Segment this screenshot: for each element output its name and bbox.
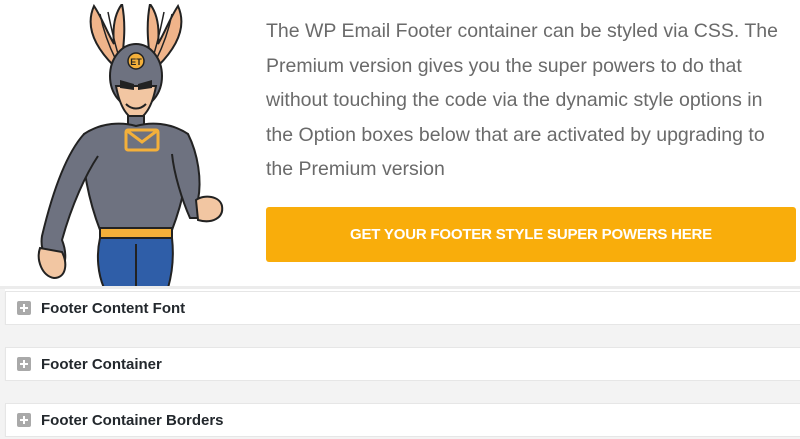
option-box-title: Footer Container Borders bbox=[41, 411, 224, 429]
option-box-footer-container[interactable]: Footer Container bbox=[5, 347, 800, 381]
plus-square-icon[interactable] bbox=[17, 301, 31, 315]
section-divider bbox=[0, 286, 800, 289]
plus-square-icon[interactable] bbox=[17, 357, 31, 371]
option-box-footer-container-borders[interactable]: Footer Container Borders bbox=[5, 403, 800, 437]
get-premium-button[interactable]: GET YOUR FOOTER STYLE SUPER POWERS HERE bbox=[266, 207, 796, 262]
plus-square-icon[interactable] bbox=[17, 413, 31, 427]
option-box-title: Footer Content Font bbox=[41, 299, 186, 317]
get-premium-button-label: GET YOUR FOOTER STYLE SUPER POWERS HERE bbox=[350, 226, 712, 243]
superhero-mascot-illustration: ET bbox=[37, 4, 224, 288]
option-box-title: Footer Container bbox=[41, 355, 162, 373]
promo-description: The WP Email Footer container can be sty… bbox=[266, 20, 778, 180]
hero-helmet-badge: ET bbox=[130, 57, 142, 67]
page: ET The WP Email Footer container can be … bbox=[0, 0, 800, 439]
option-box-spacer bbox=[0, 325, 800, 347]
option-box-footer-content-font[interactable]: Footer Content Font bbox=[5, 291, 800, 325]
option-box-spacer bbox=[0, 381, 800, 403]
